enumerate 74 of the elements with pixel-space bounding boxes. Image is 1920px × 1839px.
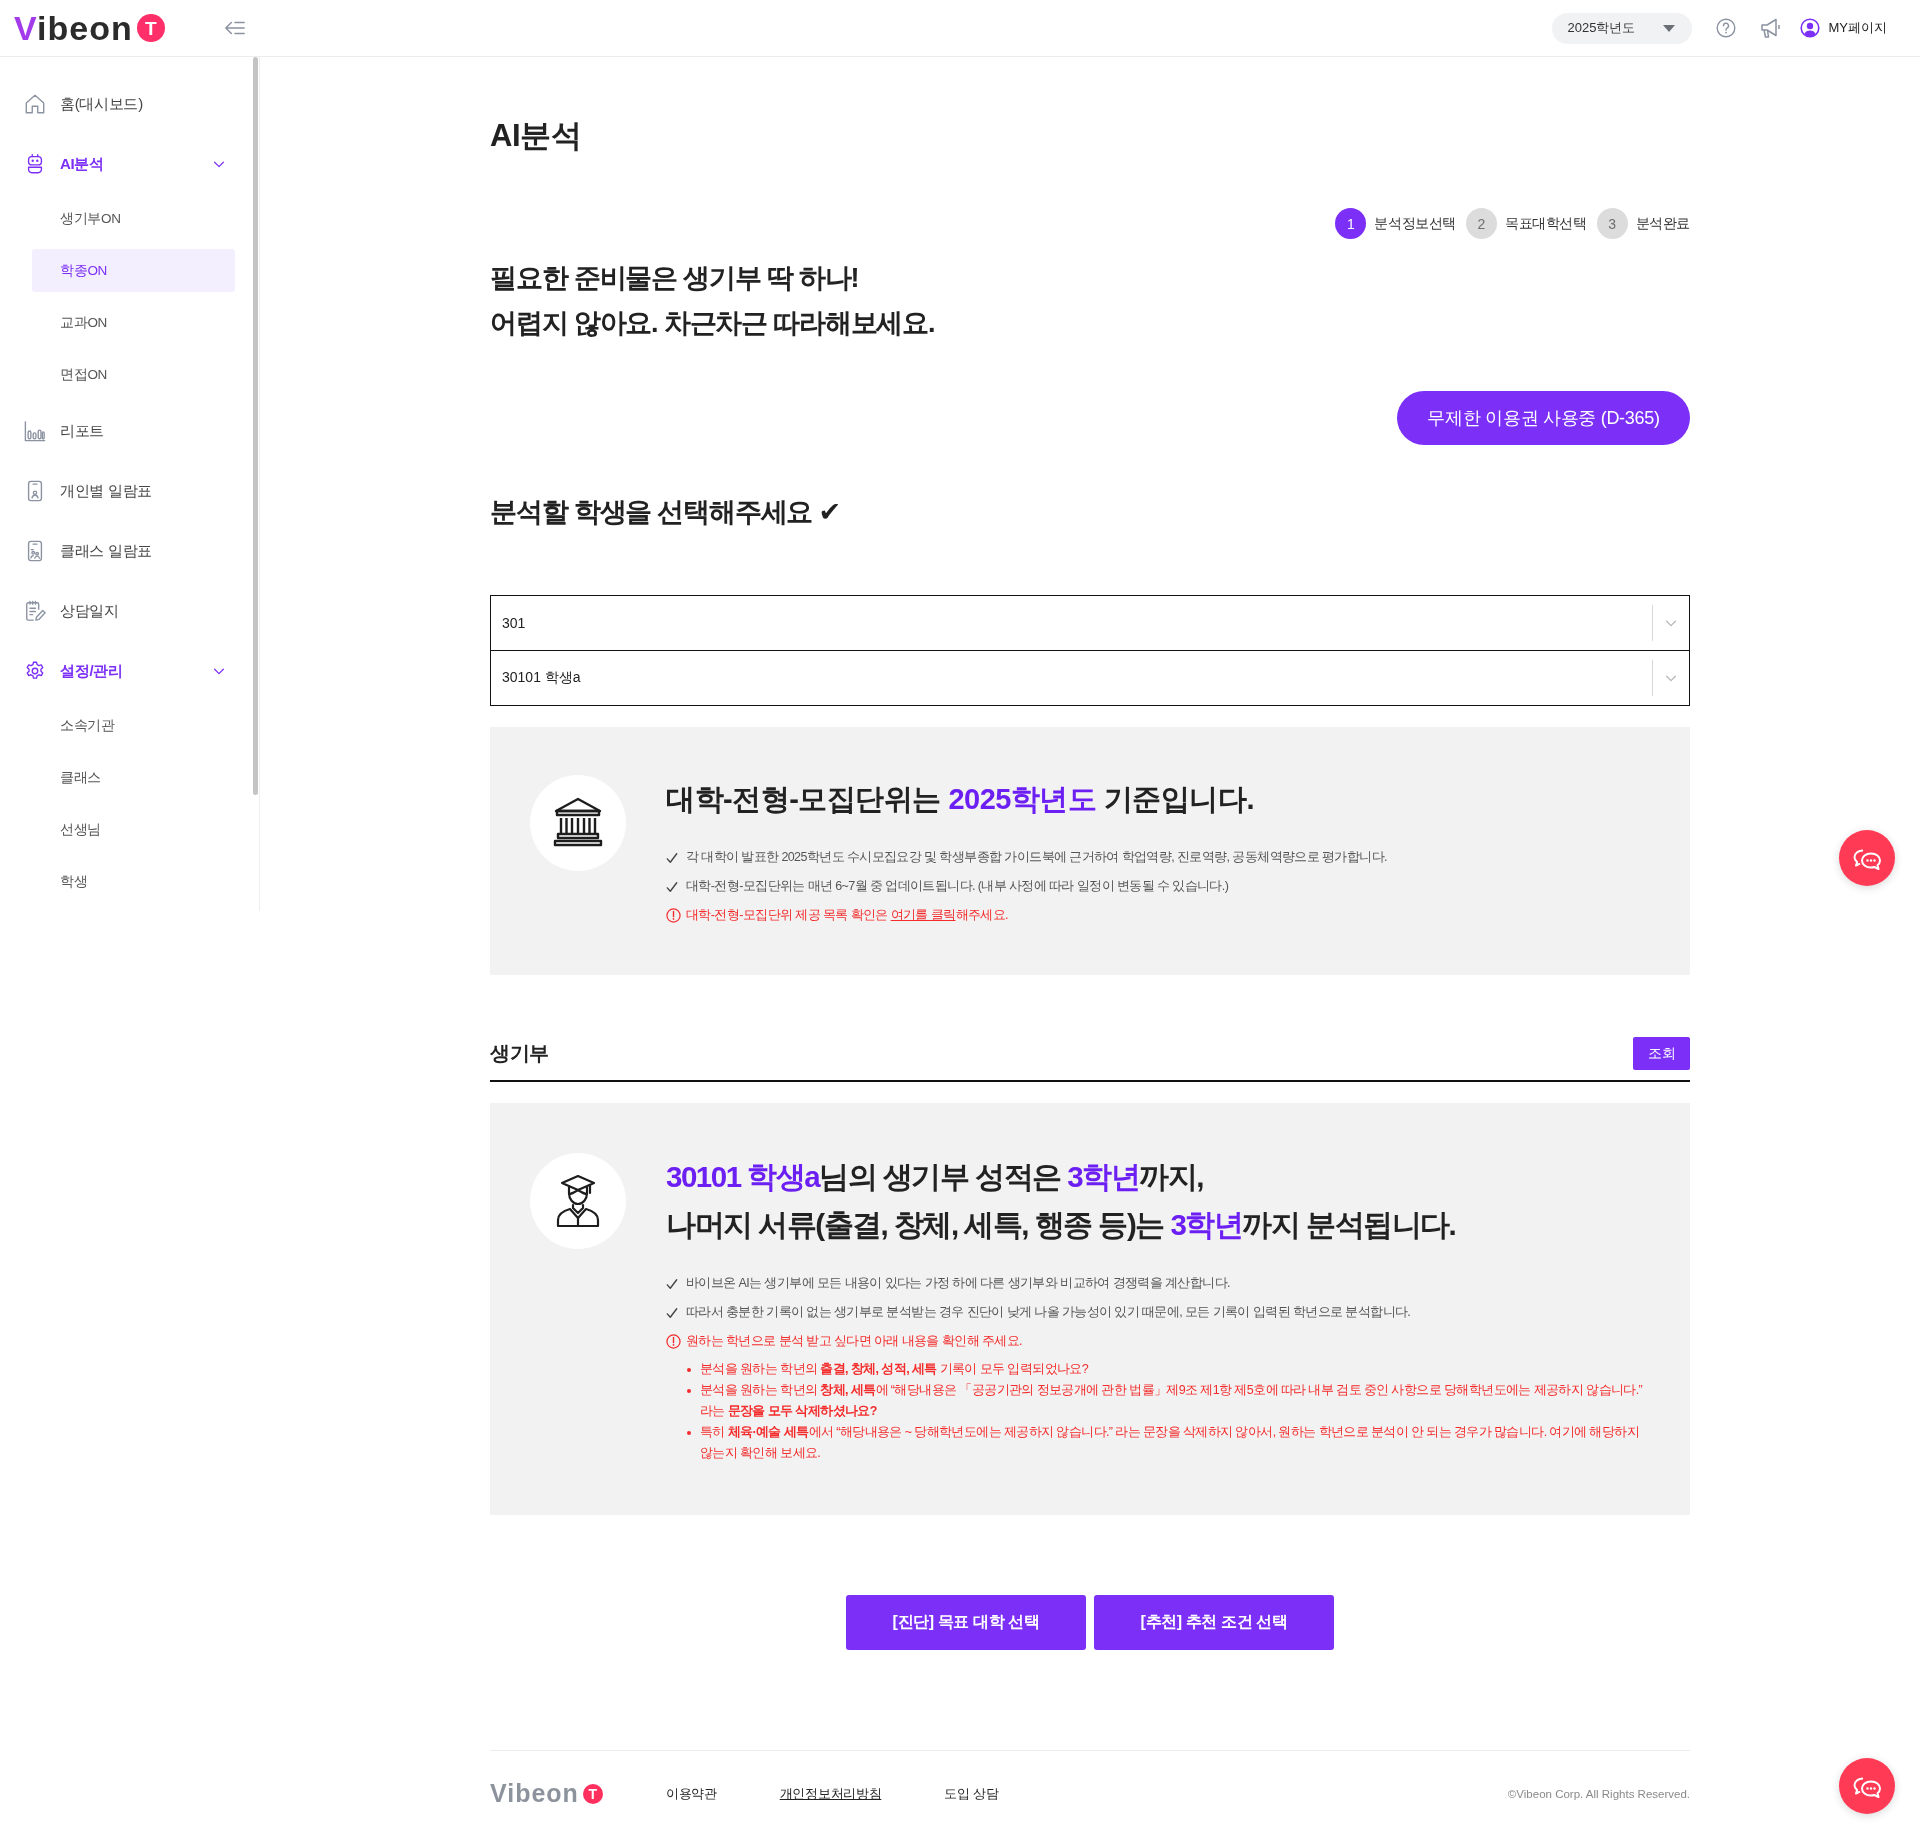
footer-link[interactable]: 도입 상담	[944, 1784, 999, 1803]
bar-chart-icon	[24, 420, 46, 442]
dropdown-field[interactable]: 301	[490, 595, 1690, 651]
bullet-icon	[687, 1367, 691, 1372]
graduate-icon	[530, 1153, 626, 1249]
sidebar-item[interactable]: 클래스 일람표	[0, 521, 259, 581]
action-button[interactable]: [진단] 목표 대학 선택	[846, 1595, 1086, 1650]
section-title: 생기부	[490, 1041, 549, 1066]
sidebar-subitem[interactable]: 선생님	[32, 808, 235, 851]
sidebar-item[interactable]: 리포트	[0, 401, 259, 461]
bullet-icon	[687, 1388, 691, 1393]
megaphone-icon[interactable]	[1759, 17, 1782, 39]
note-text: 바이브온 AI는 생기부에 모든 내용이 있다는 가정 하에 다른 생기부와 비교하여 경쟁력을 계산합니다.	[686, 1275, 1230, 1292]
check-icon	[666, 880, 678, 893]
settings-icon	[24, 660, 46, 682]
logo-wordmark[interactable]: Vibeon	[14, 11, 133, 45]
help-icon[interactable]	[1715, 18, 1736, 38]
year-select[interactable]: 2025학년도	[1551, 12, 1692, 44]
sidebar-item[interactable]: 설정/관리	[0, 641, 259, 701]
notice-title: 30101 학생a님의 생기부 성적은 3학년까지, 나머지 서류(출결, 창체, 세특, 행종 등)는 3학년까지 분석됩니다.	[666, 1159, 1457, 1243]
step-label: 목표대학선택	[1505, 214, 1587, 233]
sidebar-subitem[interactable]: 클래스	[32, 756, 235, 799]
copyright-text: ©Vibeon Corp. All Rights Reserved.	[1507, 1787, 1690, 1800]
home-icon	[24, 93, 46, 115]
footer-link[interactable]: 이용약관	[665, 1784, 717, 1803]
alert-icon	[666, 1334, 681, 1349]
sidebar-subitem[interactable]: 학종ON	[32, 249, 235, 292]
intro-heading: 필요한 준비물은 생기부 딱 하나! 어렵지 않아요. 차근차근 따라해보세요.	[490, 262, 936, 340]
mypage-link[interactable]: MY페이지	[1799, 18, 1887, 38]
sidebar-subitem[interactable]: 학생	[32, 860, 235, 903]
sidebar-item[interactable]: AI분석	[0, 134, 259, 194]
chat-button[interactable]	[1839, 1758, 1895, 1814]
dropdown-field[interactable]: 30101 학생a	[490, 650, 1690, 706]
notice-title: 대학-전형-모집단위는 2025학년도 기준입니다.	[666, 782, 1255, 817]
alert-icon	[666, 908, 681, 923]
user-icon	[1799, 18, 1820, 38]
checklist-text: 특히 체육·예술 세특에서 “해당내용은 ~ 당해학년도에는 제공하지 않습니다.” 라는 문장을 삭제하지 않아서, 원하는 학년으로 분석이 안 되는 경우가 많습니다. 여기에 해당하지 않는지 확인해 보세요.	[700, 1424, 1641, 1462]
footer-link[interactable]: 개인정보처리방침	[779, 1784, 882, 1803]
caret-down-icon	[1662, 24, 1675, 32]
check-icon	[666, 1306, 678, 1319]
page-title: AI분석	[490, 117, 582, 155]
note-text: 따라서 충분한 기록이 없는 생기부로 분석받는 경우 진단이 낮게 나올 가능성이 있기 때문에, 모든 기록이 입력된 학년으로 분석합니다.	[686, 1304, 1411, 1321]
sidebar-item[interactable]: 홈(대시보드)	[0, 74, 259, 134]
sidebar-subitem[interactable]: 교과ON	[32, 301, 235, 344]
query-button[interactable]: 조회	[1633, 1037, 1690, 1070]
check-icon	[666, 1277, 678, 1290]
building-columns-icon	[530, 775, 626, 871]
step-label: 분석완료	[1635, 214, 1690, 233]
logo-badge[interactable]: T	[136, 14, 165, 42]
section-heading: 분석할 학생을 선택해주세요 ✔	[490, 496, 841, 529]
note-text: 각 대학이 발표한 2025학년도 수시모집요강 및 학생부종합 가이드북에 근거하여 학업역량, 진로역량, 공동체역량으로 평가합니다.	[686, 849, 1387, 866]
warning-text: 원하는 학년으로 분석 받고 싶다면 아래 내용을 확인해 주세요.	[686, 1333, 1022, 1350]
notepad-pencil-icon	[24, 600, 46, 622]
sidebar-item[interactable]: 상담일지	[0, 581, 259, 641]
pass-status-button[interactable]: 무제한 이용권 사용중 (D-365)	[1397, 391, 1690, 445]
sidebar-subitem[interactable]: 면접ON	[32, 353, 235, 396]
sidebar-subitem[interactable]: 생기부ON	[32, 197, 235, 240]
sidebar-item[interactable]: 개인별 일람표	[0, 461, 259, 521]
sidebar-subitem[interactable]: 소속기관	[32, 704, 235, 747]
step-number: 3	[1596, 208, 1628, 239]
note-text: 대학-전형-모집단위는 매년 6~7월 중 업데이트됩니다. (내부 사정에 따라 일정이 변동될 수 있습니다.)	[686, 878, 1229, 895]
scrollbar[interactable]	[253, 57, 258, 795]
check-icon	[666, 851, 678, 864]
bullet-icon	[687, 1430, 691, 1435]
link[interactable]: 여기를 클릭	[890, 908, 956, 922]
logo-badge[interactable]: T	[582, 1783, 603, 1804]
step-number: 1	[1335, 208, 1367, 239]
step-number: 2	[1466, 208, 1497, 239]
warning-text: 대학-전형-모집단위 제공 목록 확인은 여기를 클릭해주세요.	[686, 907, 1008, 924]
chat-button[interactable]	[1839, 830, 1895, 886]
action-button[interactable]: [추천] 추천 조건 선택	[1094, 1595, 1334, 1650]
step-label: 분석정보선택	[1374, 214, 1456, 233]
checklist-text: 분석을 원하는 학년의 창체, 세특에 “해당내용은 「공공기관의 정보공개에 관한 법률」제9조 제1항 제5호에 따라 내부 검토 중인 사항으로 당해학년도에는 제공하지 않습니다.” 라는 문장을 모두 삭제하셨나요?	[700, 1382, 1644, 1420]
checklist-text: 분석을 원하는 학년의 출결, 창체, 성적, 세특 기록이 모두 입력되었나요?	[700, 1361, 1089, 1378]
